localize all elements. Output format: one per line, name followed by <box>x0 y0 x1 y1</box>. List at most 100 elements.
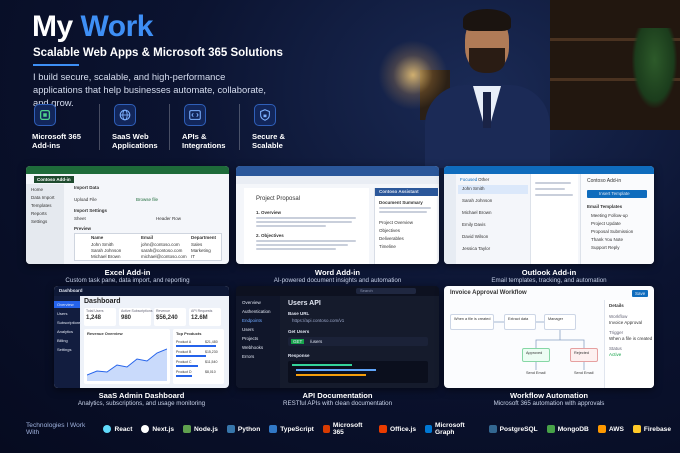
kpi-card: API Requests 12.6M <box>189 308 221 326</box>
tech-label: Microsoft 365 <box>332 422 363 436</box>
node-label: Rejected <box>574 351 589 355</box>
dashboard-app-name: Dashboard <box>59 288 83 293</box>
dashboard-nav: Overview Users Subscriptions Analytics B… <box>54 296 81 388</box>
nav-item[interactable]: Settings <box>31 219 47 224</box>
excel-heading: Import Data <box>74 185 100 190</box>
nav-item[interactable]: Users <box>57 311 67 316</box>
table-cell: Sarah Johnson <box>91 248 122 253</box>
outlook-rail <box>444 174 456 264</box>
reading-pane <box>530 174 578 264</box>
endpoint-row[interactable]: GET /users <box>288 337 428 346</box>
dashboard-heading: Dashboard <box>84 298 121 305</box>
pane-item[interactable]: Timeline <box>379 244 396 249</box>
nav-item[interactable]: Home <box>31 187 43 192</box>
text-line <box>256 217 356 219</box>
template-item[interactable]: Support Reply <box>591 245 620 250</box>
nav-item[interactable]: Projects <box>242 336 258 341</box>
nav-item[interactable]: Authentication <box>242 309 271 314</box>
details-label: Workflow <box>609 314 628 319</box>
nav-item[interactable]: Reports <box>31 211 47 216</box>
top-products-panel: Top Products Product A $21,480 Product B… <box>173 329 224 384</box>
nav-item[interactable]: Subscriptions <box>57 320 81 325</box>
node-label[interactable]: Send Email <box>526 371 545 375</box>
tech-label: Microsoft Graph <box>435 422 465 436</box>
feature-saas: SaaS Web Applications <box>99 104 169 150</box>
tech-label: Python <box>237 425 261 433</box>
save-button[interactable]: Save <box>632 290 648 297</box>
mail-sender[interactable]: Emily Davis <box>462 222 486 227</box>
text-line <box>256 240 356 242</box>
product-bar <box>176 365 198 367</box>
mail-sender[interactable]: Sarah Johnson <box>462 198 492 203</box>
response-code-block <box>288 361 428 383</box>
tech-item: Python <box>226 425 261 433</box>
doc-title: Project Proposal <box>256 196 301 202</box>
details-value: Invoice Approval <box>609 320 643 325</box>
text-line <box>256 244 348 246</box>
nav-item[interactable]: Settings <box>57 347 71 352</box>
tech-item: PostgreSQL <box>488 425 538 433</box>
workflow-node-manager[interactable]: Manager <box>544 314 576 330</box>
nav-item[interactable]: Overview <box>57 302 74 307</box>
details-value: Active <box>609 352 622 357</box>
shield-lock-icon <box>254 104 276 126</box>
insert-template-button[interactable]: Insert Template <box>587 190 647 198</box>
product-bar <box>176 355 206 357</box>
typescript-icon <box>269 425 278 433</box>
technologies-heading: Technologies I Work With <box>26 422 86 436</box>
firebase-icon <box>632 425 641 433</box>
pane-item[interactable]: Project Overview <box>379 220 413 225</box>
nav-item[interactable]: Overview <box>242 300 261 305</box>
workflow-node-trigger[interactable]: When a file is created <box>450 314 494 330</box>
nav-item[interactable]: Analytics <box>57 329 73 334</box>
nav-item[interactable]: Webhooks <box>242 345 263 350</box>
node-label[interactable]: Send Email <box>574 371 593 375</box>
field-label: Sheet <box>74 216 86 221</box>
mail-sender[interactable]: John Smith <box>462 186 485 191</box>
table-header: Email <box>141 235 154 240</box>
workflow-node-approved[interactable]: Approved <box>522 348 550 362</box>
browse-link[interactable]: Browse file <box>136 197 158 202</box>
table-cell: sarah@contoso.com <box>141 248 183 253</box>
node-label: Extract data <box>508 317 529 321</box>
feature-list: Microsoft 365 Add-ins SaaS Web Applicati… <box>28 104 309 150</box>
project-description: Analytics, subscriptions, and usage moni… <box>77 400 206 407</box>
kpi-card: Active Subscriptions 980 <box>119 308 153 326</box>
nav-item[interactable]: Billing <box>57 338 68 343</box>
nodejs-icon <box>183 425 192 433</box>
mail-sender[interactable]: David Wilson <box>462 234 488 239</box>
product-name: Product C <box>176 360 192 364</box>
search-input[interactable]: Search <box>356 288 416 294</box>
tab-focused[interactable]: Focused <box>460 177 477 182</box>
workflow-node-rejected[interactable]: Rejected <box>570 348 598 362</box>
pane-item[interactable]: Objectives <box>379 228 400 233</box>
api-docs-screenshot: Search Overview Authentication Endpoints… <box>236 286 439 388</box>
nav-item[interactable]: Users <box>242 327 254 332</box>
nav-item[interactable]: Templates <box>31 203 52 208</box>
product-value: $21,480 <box>205 340 218 344</box>
template-item[interactable]: Project Update <box>591 221 621 226</box>
insert-template-label: Insert Template <box>599 191 630 196</box>
mail-sender[interactable]: Michael Brown <box>462 210 492 215</box>
mail-sender[interactable]: Jessica Taylor <box>462 246 490 251</box>
nav-item[interactable]: Errors <box>242 354 254 359</box>
officejs-icon <box>378 425 387 433</box>
project-title: Workflow Automation <box>509 391 589 400</box>
template-item[interactable]: Meeting Follow-up <box>591 213 628 218</box>
product-value: $8,010 <box>205 370 216 374</box>
react-icon <box>103 425 112 433</box>
nav-item[interactable]: Endpoints <box>242 318 262 323</box>
nav-item[interactable]: Data Import <box>31 195 55 200</box>
subtitle-underline <box>33 64 79 66</box>
assistant-pane: Contoso Assistant Document Summary Proje… <box>374 188 438 264</box>
workflow-node-extract[interactable]: Extract data <box>504 314 536 330</box>
template-item[interactable]: Proposal Submission <box>591 229 633 234</box>
pane-item[interactable]: Deliverables <box>379 236 404 241</box>
table-header: Name <box>91 235 104 240</box>
base-url-label: Base URL <box>288 311 310 316</box>
api-nav: Overview Authentication Endpoints Users … <box>236 296 280 388</box>
template-item[interactable]: Thank You Note <box>591 237 623 242</box>
technologies-row: Technologies I Work With React Next.js N… <box>26 422 680 436</box>
tab-other[interactable]: Other <box>478 177 489 182</box>
feature-label: Secure & Scalable <box>252 132 285 150</box>
